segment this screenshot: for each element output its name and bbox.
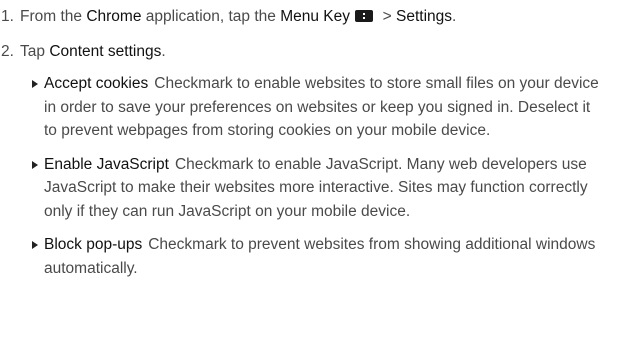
menu-key-icon [355, 10, 374, 22]
step-text: From the Chrome application, tap the Men… [20, 5, 456, 29]
step-number: 1. [1, 8, 14, 25]
settings-label: Settings [396, 8, 453, 25]
list-item-body: Block pop-ups Checkmark to prevent websit… [44, 233, 604, 280]
bullet-triangle-icon [31, 233, 44, 280]
menu-key-label: Menu Key [280, 8, 351, 25]
bullet-triangle-icon [31, 72, 44, 143]
step-text-part: . [452, 8, 457, 25]
content-settings-label: Content settings [49, 42, 162, 60]
list-item-enable-javascript: Enable JavaScript Checkmark to enable Jav… [31, 153, 630, 224]
list-item-body: Enable JavaScript Checkmark to enable Jav… [44, 153, 604, 224]
step-1: 1. From the Chrome application, tap the … [1, 5, 630, 29]
instruction-document: 1. From the Chrome application, tap the … [0, 0, 638, 346]
step-text-part: From the [20, 8, 87, 25]
step-text-part: application, tap the [141, 8, 281, 25]
settings-options-list: Accept cookies Checkmark to enable websit… [31, 72, 630, 280]
list-item-body: Accept cookies Checkmark to enable websit… [44, 72, 604, 143]
step-text: Tap Content settings. [20, 40, 166, 64]
step-text-part: Tap [20, 42, 50, 60]
step-text-part: > [378, 8, 396, 25]
step-2: 2. Tap Content settings. [1, 40, 630, 64]
app-name-chrome: Chrome [86, 8, 142, 25]
option-term: Enable JavaScript [44, 155, 169, 173]
option-term: Accept cookies [44, 75, 149, 92]
bullet-triangle-icon [31, 153, 44, 224]
option-term: Block pop-ups [44, 236, 143, 253]
step-number: 2. [1, 42, 14, 60]
step-text-part: . [161, 42, 166, 60]
list-item-accept-cookies: Accept cookies Checkmark to enable websit… [31, 72, 630, 143]
list-item-block-popups: Block pop-ups Checkmark to prevent websit… [31, 233, 630, 280]
